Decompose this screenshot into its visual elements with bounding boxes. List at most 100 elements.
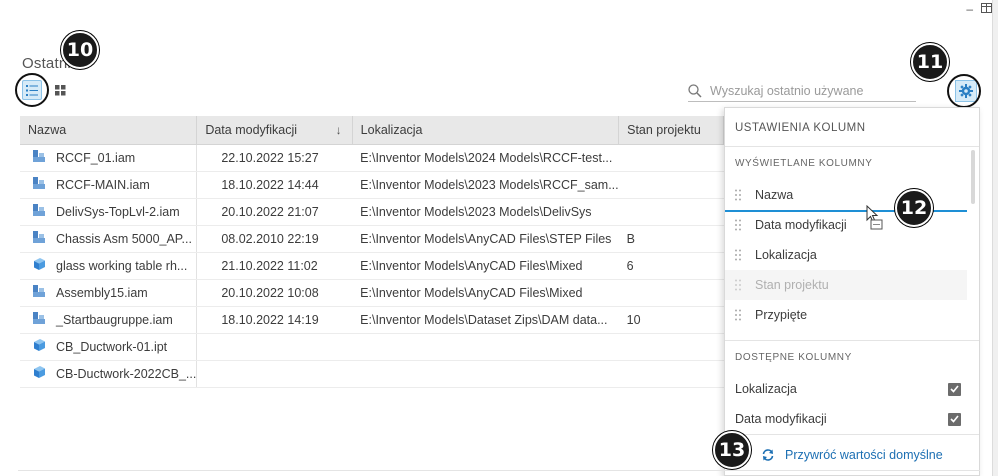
app-window: – Ostatnio 10 Wyszukaj ostatnio używane … xyxy=(0,0,998,476)
cell-location xyxy=(352,360,619,388)
table-row[interactable]: Assembly15.iam 20.10.2022 10:08 E:\Invento… xyxy=(20,279,724,307)
reset-defaults-button[interactable]: Przywróć wartości domyślne xyxy=(761,448,943,462)
cell-location: E:\Inventor Models\2024 Models\RCCF-test… xyxy=(352,144,619,172)
recent-files-table: Nazwa Data modyfikacji ↓ Lokalizacja Stan… xyxy=(20,116,724,388)
column-label: Data modyfikacji xyxy=(735,412,827,426)
file-name: DelivSys-TopLvl-2.iam xyxy=(56,204,180,219)
table-row[interactable]: DelivSys-TopLvl-2.iam 20.10.2022 21:07 E:\… xyxy=(20,198,724,226)
file-name: glass working table rh... xyxy=(56,258,188,273)
cell-date: 20.10.2022 10:08 xyxy=(196,279,353,307)
drag-handle-icon[interactable] xyxy=(735,189,745,201)
checkmark-icon xyxy=(950,415,959,423)
available-column-item[interactable]: Lokalizacja xyxy=(725,374,967,404)
column-label: Stan projektu xyxy=(755,278,829,292)
available-columns-label: DOSTĘPNE KOLUMNY xyxy=(735,352,852,363)
part-file-icon xyxy=(32,365,46,382)
column-header-name[interactable]: Nazwa xyxy=(20,116,198,145)
window-controls: – xyxy=(966,2,992,16)
restore-icon[interactable] xyxy=(981,2,992,16)
sort-descending-icon[interactable]: ↓ xyxy=(336,123,342,137)
reset-defaults-label: Przywróć wartości domyślne xyxy=(785,448,943,462)
callout-13: 13 xyxy=(713,431,751,469)
cell-location: E:\Inventor Models\AnyCAD Files\Mixed xyxy=(352,252,619,280)
displayed-column-item[interactable]: Przypięte xyxy=(725,300,967,330)
search-box[interactable] xyxy=(688,80,916,102)
cell-location: E:\Inventor Models\Dataset Zips\DAM data… xyxy=(352,306,619,334)
assembly-file-icon xyxy=(32,284,46,301)
drag-handle-icon[interactable] xyxy=(735,249,745,261)
cell-name: _Startbaugruppe.iam xyxy=(20,306,198,334)
file-name: _Startbaugruppe.iam xyxy=(56,312,173,327)
drag-handle-icon[interactable] xyxy=(735,219,745,231)
file-name: RCCF_01.iam xyxy=(56,150,136,165)
callout-ring-settings xyxy=(947,74,981,108)
window-right-border xyxy=(992,0,998,476)
bottom-divider xyxy=(18,470,980,471)
cell-date: 20.10.2022 21:07 xyxy=(196,198,353,226)
drag-handle-icon[interactable] xyxy=(735,309,745,321)
refresh-icon xyxy=(762,449,774,461)
assembly-file-icon xyxy=(32,203,46,220)
file-name: CB_Ductwork-01.ipt xyxy=(56,339,168,354)
cell-state xyxy=(618,198,724,226)
cell-date: 18.10.2022 14:44 xyxy=(196,171,353,199)
cell-date xyxy=(196,333,353,361)
checkmark-icon xyxy=(950,385,959,393)
cell-state xyxy=(618,279,724,307)
column-label: Nazwa xyxy=(755,188,794,202)
cell-state: 6 xyxy=(618,252,724,280)
cell-name: RCCF-MAIN.iam xyxy=(20,171,198,199)
cell-location: E:\Inventor Models\AnyCAD Files\STEP Fil… xyxy=(352,225,619,253)
callout-ring-list-view xyxy=(15,73,49,107)
cell-name: CB-Ductwork-2022CB_... xyxy=(20,360,198,388)
file-name: Assembly15.iam xyxy=(56,285,148,300)
cell-date: 18.10.2022 14:19 xyxy=(196,306,353,334)
file-name: Chassis Asm 5000_AP... xyxy=(56,231,192,246)
cell-state: 10 xyxy=(618,306,724,334)
assembly-file-icon xyxy=(32,230,46,247)
table-header-row: Nazwa Data modyfikacji ↓ Lokalizacja Stan… xyxy=(20,116,724,145)
drag-handle-icon[interactable] xyxy=(735,279,745,291)
cell-name: RCCF_01.iam xyxy=(20,144,198,172)
displayed-column-item-dragging[interactable]: Stan projektu xyxy=(725,270,967,300)
cell-date: 21.10.2022 11:02 xyxy=(196,252,353,280)
table-row[interactable]: Chassis Asm 5000_AP... 08.02.2010 22:19 E:… xyxy=(20,225,724,253)
cell-date xyxy=(196,360,353,388)
grid-view-icon xyxy=(54,84,65,95)
column-checkbox[interactable] xyxy=(948,382,961,396)
column-label: Data modyfikacji xyxy=(755,218,847,232)
column-header-location[interactable]: Lokalizacja xyxy=(352,116,620,145)
table-row[interactable]: RCCF_01.iam 22.10.2022 15:27 E:\Inventor M… xyxy=(20,144,724,172)
assembly-file-icon xyxy=(32,149,46,166)
column-label: Lokalizacja xyxy=(755,248,817,262)
table-row[interactable]: _Startbaugruppe.iam 18.10.2022 14:19 E:\In… xyxy=(20,306,724,334)
assembly-file-icon xyxy=(32,176,46,193)
cell-name: CB_Ductwork-01.ipt xyxy=(20,333,198,361)
file-name: CB-Ductwork-2022CB_... xyxy=(56,366,197,381)
grid-view-button[interactable] xyxy=(50,80,70,100)
displayed-column-item[interactable]: Lokalizacja xyxy=(725,240,967,270)
column-header-state[interactable]: Stan projektu xyxy=(618,116,724,145)
cell-location: E:\Inventor Models\AnyCAD Files\Mixed xyxy=(352,279,619,307)
table-row[interactable]: CB_Ductwork-01.ipt xyxy=(20,333,724,361)
cell-name: Chassis Asm 5000_AP... xyxy=(20,225,198,253)
search-input[interactable] xyxy=(710,83,910,98)
panel-title: USTAWIENIA KOLUMN xyxy=(735,122,866,134)
callout-11: 11 xyxy=(911,43,949,81)
drag-cursor-icon xyxy=(866,204,886,236)
column-checkbox[interactable] xyxy=(948,412,961,426)
part-file-icon xyxy=(32,257,46,274)
panel-scrollbar[interactable] xyxy=(971,150,975,204)
table-row[interactable]: glass working table rh... 21.10.2022 11:0… xyxy=(20,252,724,280)
column-header-date[interactable]: Data modyfikacji ↓ xyxy=(196,116,353,145)
available-column-item[interactable]: Data modyfikacji xyxy=(725,404,967,434)
divider xyxy=(725,340,979,341)
table-row[interactable]: RCCF-MAIN.iam 18.10.2022 14:44 E:\Inventor… xyxy=(20,171,724,199)
cell-location: E:\Inventor Models\2023 Models\DelivSys xyxy=(352,198,619,226)
cell-state xyxy=(618,144,724,172)
minimize-icon[interactable]: – xyxy=(966,2,973,16)
table-row[interactable]: CB-Ductwork-2022CB_... xyxy=(20,360,724,388)
assembly-file-icon xyxy=(32,311,46,328)
column-label: Lokalizacja xyxy=(735,382,797,396)
cell-state xyxy=(618,360,724,388)
